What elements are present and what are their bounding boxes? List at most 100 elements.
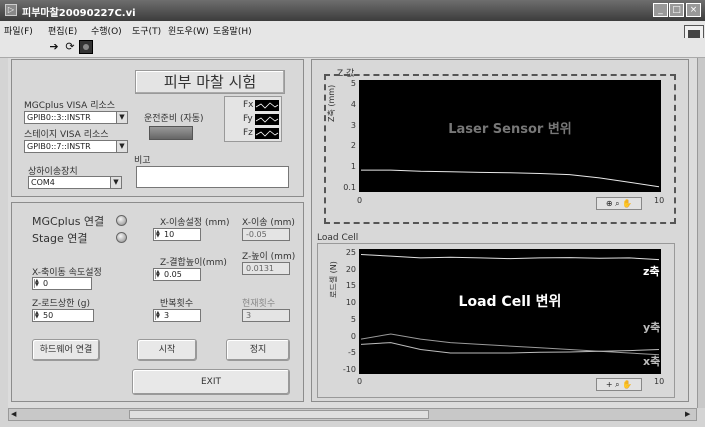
load-graph-series-2-line bbox=[360, 342, 660, 354]
load-graph-svg bbox=[360, 253, 660, 356]
x-speed-input[interactable]: ▲ ▼ 0 bbox=[32, 277, 92, 290]
load-graph-series-0-line bbox=[360, 253, 660, 261]
minimize-icon[interactable]: _ bbox=[653, 3, 668, 17]
scroll-left-icon[interactable]: ◀ bbox=[11, 410, 20, 419]
mgc-connect-label: MGCplus 연결 bbox=[32, 215, 105, 228]
x-move-set-label: X-이송설정 (mm) bbox=[160, 218, 230, 228]
mgc-visa-value: GPIB0::3::INSTR bbox=[27, 113, 91, 122]
control-panel: MGCplus 연결 Stage 연결 X-이송설정 (mm) ▲ ▼ 10 X-이… bbox=[11, 202, 304, 402]
menu-operate[interactable]: 수행(O) bbox=[91, 24, 122, 37]
load-graph-xtick-0: 0 bbox=[357, 377, 363, 386]
z-graph-ytick: 4 bbox=[350, 99, 356, 109]
menu-bar: 파일(F) 편집(E) 수행(O) 도구(T) 윈도우(W) 도움말(H) bbox=[0, 21, 705, 38]
chevron-down-icon[interactable]: ▼ bbox=[110, 177, 121, 188]
series-label-z: z축 bbox=[643, 265, 660, 278]
chevron-down-icon[interactable]: ▼ bbox=[116, 141, 127, 152]
legend-fz: Fz bbox=[243, 128, 253, 138]
load-graph-palette[interactable]: + ⌕ ✋ bbox=[596, 378, 642, 391]
serial-select[interactable]: COM4 ▼ bbox=[28, 176, 122, 189]
spinner-icon[interactable]: ▲ ▼ bbox=[34, 279, 41, 288]
horizontal-scrollbar[interactable]: ◀ ▶ bbox=[8, 408, 697, 421]
repeat-label: 반복횟수 bbox=[160, 299, 194, 309]
load-graph-ytick: 20 bbox=[345, 264, 356, 274]
maximize-icon[interactable]: □ bbox=[669, 3, 684, 17]
z-graph-overlay: Laser Sensor 변위 bbox=[448, 122, 572, 137]
repeat-input[interactable]: ▲ ▼ 3 bbox=[153, 309, 201, 322]
spinner-icon[interactable]: ▲ ▼ bbox=[155, 230, 162, 239]
z-graph-ytick: 5 bbox=[350, 79, 356, 88]
load-graph-ytick: -10 bbox=[342, 365, 356, 374]
menu-tools[interactable]: 도구(T) bbox=[132, 24, 161, 37]
exit-button[interactable]: EXIT bbox=[132, 369, 290, 395]
load-graph-ylabel: 로드셀 (N) bbox=[329, 261, 338, 298]
mgc-visa-select[interactable]: GPIB0::3::INSTR ▼ bbox=[24, 111, 128, 124]
stage-visa-label: 스테이지 VISA 리소스 bbox=[24, 130, 109, 140]
scroll-thumb[interactable] bbox=[129, 410, 429, 419]
menu-edit[interactable]: 편집(E) bbox=[48, 24, 77, 37]
z-graph-xtick-0: 0 bbox=[357, 196, 363, 205]
spinner-icon[interactable]: ▲ ▼ bbox=[155, 311, 162, 320]
serial-value: COM4 bbox=[31, 178, 55, 187]
z-load-value: 50 bbox=[43, 311, 54, 320]
remarks-label: 비고 bbox=[134, 156, 151, 166]
load-graph-ytick: -5 bbox=[348, 348, 356, 358]
scroll-right-icon[interactable]: ▶ bbox=[685, 410, 694, 419]
load-graph-title: Load Cell bbox=[317, 233, 359, 243]
legend-fx: Fx bbox=[243, 100, 254, 110]
z-graph-palette[interactable]: ⊕ ⌕ ✋ bbox=[596, 197, 642, 210]
repeat-value: 3 bbox=[164, 311, 170, 320]
start-button[interactable]: 시작 bbox=[137, 339, 197, 361]
close-icon[interactable]: × bbox=[686, 3, 701, 17]
z-graph-ytick: 3 bbox=[350, 120, 356, 130]
x-move-label: X-이송 (mm) bbox=[242, 218, 295, 228]
stage-connect-led bbox=[116, 232, 127, 243]
legend-fy: Fy bbox=[243, 114, 253, 124]
labview-vi-icon: ▷ bbox=[5, 4, 17, 16]
stage-connect-label: Stage 연결 bbox=[32, 232, 88, 245]
run-arrow-icon[interactable]: ➔ bbox=[47, 40, 61, 54]
x-move-set-value: 10 bbox=[164, 230, 175, 239]
menu-help[interactable]: 도움말(H) bbox=[213, 24, 252, 37]
series-label-y: y축 bbox=[643, 321, 661, 334]
run-continuous-icon[interactable]: ⟳ bbox=[63, 40, 77, 54]
spinner-icon[interactable]: ▲ ▼ bbox=[34, 311, 41, 320]
z-press-input[interactable]: ▲ ▼ 0.05 bbox=[153, 268, 201, 281]
hardware-connect-button[interactable]: 하드웨어 연결 bbox=[32, 339, 100, 361]
stop-button[interactable]: 정지 bbox=[226, 339, 290, 361]
series-label-x: x축 bbox=[643, 355, 661, 368]
z-height-output: 0.0131 bbox=[242, 262, 290, 275]
spinner-icon[interactable]: ▲ ▼ bbox=[155, 270, 162, 279]
z-graph-plot[interactable]: Laser Sensor 변위 bbox=[359, 80, 661, 192]
z-load-label: Z-로드상한 (g) bbox=[32, 299, 90, 309]
window-title: 피부마찰20090227C.vi bbox=[22, 8, 136, 19]
mgc-visa-label: MGCplus VISA 리소스 bbox=[24, 101, 116, 111]
z-graph-ylabel: Z축 (mm) bbox=[327, 84, 336, 122]
z-load-input[interactable]: ▲ ▼ 50 bbox=[32, 309, 94, 322]
remarks-input[interactable] bbox=[136, 166, 289, 188]
force-legend: Fx Fy Fz bbox=[224, 96, 282, 142]
x-move-set-input[interactable]: ▲ ▼ 10 bbox=[153, 228, 201, 241]
vertical-scrollbar[interactable] bbox=[697, 58, 705, 408]
load-graph-ytick: 10 bbox=[345, 298, 356, 308]
chevron-down-icon[interactable]: ▼ bbox=[116, 112, 127, 123]
graphs-panel: Z 값 Z축 (mm) 5 4 3 2 1 0.1 Laser Sensor 변위 0 1… bbox=[311, 59, 689, 402]
window-titlebar: ▷ 피부마찰20090227C.vi _ □ × bbox=[0, 0, 705, 21]
z-graph-ytick: 1 bbox=[350, 162, 356, 172]
toolbar: ➔ ⟳ bbox=[0, 38, 705, 58]
abort-stop-icon[interactable] bbox=[79, 40, 93, 54]
z-graph-ytick: 0.1 bbox=[343, 183, 356, 192]
stage-visa-select[interactable]: GPIB0::7::INSTR ▼ bbox=[24, 140, 128, 153]
z-graph-ytick: 2 bbox=[350, 141, 356, 151]
x-move-output: -0.05 bbox=[242, 228, 290, 241]
load-graph-ytick: 5 bbox=[350, 314, 356, 324]
menu-file[interactable]: 파일(F) bbox=[4, 24, 33, 37]
load-graph-series-1-line bbox=[360, 333, 660, 356]
fz-plot-swatch bbox=[255, 128, 279, 139]
load-graph-xtick-10: 10 bbox=[654, 377, 665, 386]
current-count-label: 현재횟수 bbox=[242, 299, 276, 309]
z-graph-series-0-line bbox=[361, 169, 660, 188]
load-graph-ytick: 15 bbox=[345, 281, 356, 291]
menu-window[interactable]: 윈도우(W) bbox=[168, 24, 209, 37]
ready-indicator bbox=[149, 126, 193, 140]
load-graph-plot[interactable]: Load Cell 변위 z축 y축 x축 bbox=[359, 249, 661, 374]
